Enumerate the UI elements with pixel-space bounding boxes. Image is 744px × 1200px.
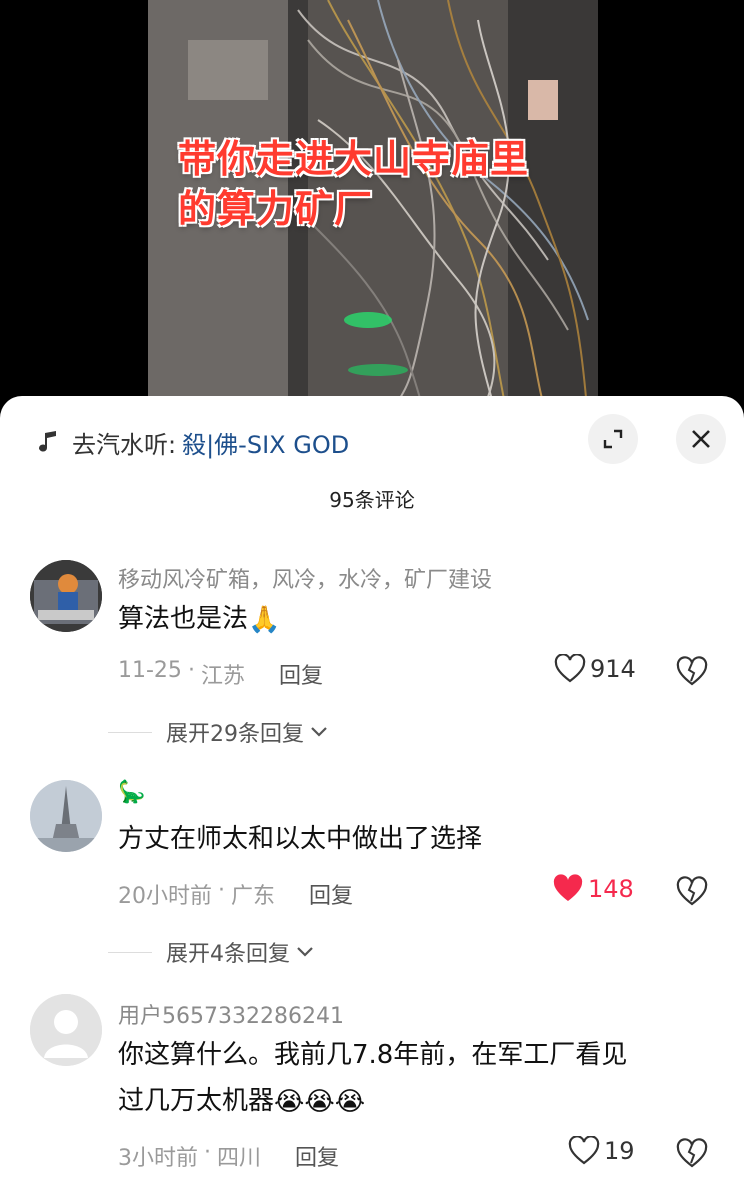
- expand-replies-label: 展开4条回复: [166, 942, 290, 967]
- broken-heart-icon[interactable]: [676, 1138, 708, 1170]
- like-button[interactable]: 914: [554, 654, 636, 684]
- music-prefix: 去汽水听:: [72, 430, 177, 459]
- chevron-down-icon: [311, 727, 327, 737]
- avatar[interactable]: [30, 780, 102, 852]
- like-count: 19: [604, 1137, 635, 1165]
- video-caption-line1: 带你走进大山寺庙里: [178, 137, 530, 181]
- comment-username[interactable]: 🦕: [118, 780, 145, 805]
- heart-icon: [553, 874, 583, 901]
- video-frame: 带你走进大山寺庙里 的算力矿厂: [148, 0, 598, 420]
- comment-text-line1: 你这算什么。我前几7.8年前，在军工厂看见: [118, 1040, 628, 1070]
- comment-text-line2: 过几万太机器😭😭😭: [118, 1078, 698, 1125]
- music-note-icon: [39, 431, 56, 452]
- video-player[interactable]: 带你走进大山寺庙里 的算力矿厂: [0, 0, 744, 420]
- like-count: 148: [588, 875, 634, 903]
- like-count: 914: [590, 655, 636, 683]
- dinosaur-icon: 🦕: [118, 780, 146, 805]
- comment-meta: 11-25 · 江苏 回复: [118, 658, 323, 690]
- pray-emoji: 🙏: [248, 604, 281, 635]
- avatar[interactable]: [30, 560, 102, 632]
- expand-button[interactable]: [588, 414, 638, 464]
- comment-text: 方丈在师太和以太中做出了选择: [118, 824, 483, 854]
- comment-location: 江苏: [200, 664, 245, 689]
- music-bar[interactable]: 去汽水听: 殺|佛-SIX GOD: [36, 422, 349, 462]
- comment-text: 你这算什么。我前几7.8年前，在军工厂看见 过几万太机器😭😭😭: [118, 1032, 698, 1125]
- comments-count: 95条评论: [329, 488, 415, 512]
- comment-text-line2-body: 过几万太机器: [118, 1086, 275, 1116]
- reply-button[interactable]: 回复: [309, 878, 353, 910]
- expand-replies-label: 展开29条回复: [166, 722, 304, 747]
- comment-meta: 20小时前 · 广东 回复: [118, 878, 353, 910]
- crying-emoji: 😭😭😭: [274, 1086, 366, 1117]
- expand-icon: [603, 429, 623, 449]
- reply-button[interactable]: 回复: [295, 1140, 339, 1172]
- default-avatar-icon: [30, 994, 102, 1066]
- video-caption-line2: 的算力矿厂: [178, 187, 374, 231]
- music-song-link[interactable]: 殺|佛-SIX GOD: [182, 425, 349, 460]
- like-button[interactable]: 148: [552, 874, 634, 904]
- avatar[interactable]: [30, 994, 102, 1066]
- comment-username[interactable]: 用户5657332286241: [118, 998, 344, 1030]
- comment-text-body: 算法也是法: [118, 604, 249, 634]
- meta-separator: ·: [204, 1140, 211, 1165]
- heart-icon: [554, 654, 586, 683]
- broken-heart-icon[interactable]: [676, 876, 708, 908]
- broken-heart-icon[interactable]: [676, 656, 708, 688]
- meta-separator: ·: [218, 878, 225, 903]
- divider-line: [108, 951, 152, 953]
- video-caption-overlay: 带你走进大山寺庙里 的算力矿厂: [178, 134, 529, 234]
- expand-replies[interactable]: 展开4条回复: [108, 936, 314, 968]
- comment-date: 3小时前: [118, 1146, 198, 1171]
- comment-date: 11-25: [118, 658, 182, 683]
- meta-separator: ·: [187, 658, 195, 683]
- comment-meta: 3小时前 · 四川 回复: [118, 1140, 339, 1172]
- comments-sheet: 去汽水听: 殺|佛-SIX GOD 95条评论 移动风冷矿箱，风冷，水冷，矿厂建…: [0, 396, 744, 1200]
- avatar-image: [30, 560, 102, 632]
- comment-item: 移动风冷矿箱，风冷，水冷，矿厂建设 算法也是法🙏 11-25 · 江苏 回复 9…: [0, 556, 744, 756]
- comment-location: 广东: [231, 884, 276, 909]
- comment-item: 🦕 方丈在师太和以太中做出了选择 20小时前 · 广东 回复 148 展开4条回…: [0, 776, 744, 976]
- close-button[interactable]: [676, 414, 726, 464]
- like-button[interactable]: 19: [568, 1136, 635, 1166]
- comment-date: 20小时前: [118, 884, 212, 909]
- close-icon: [692, 430, 710, 448]
- expand-replies[interactable]: 展开29条回复: [108, 716, 328, 748]
- comment-location: 四川: [217, 1146, 262, 1171]
- reply-button[interactable]: 回复: [279, 658, 323, 690]
- comment-text: 算法也是法🙏: [118, 596, 698, 643]
- chevron-down-icon: [297, 947, 313, 957]
- divider-line: [108, 731, 152, 733]
- heart-icon: [568, 1136, 600, 1165]
- comment-item: 用户5657332286241 你这算什么。我前几7.8年前，在军工厂看见 过几…: [0, 994, 744, 1200]
- comment-username[interactable]: 移动风冷矿箱，风冷，水冷，矿厂建设: [118, 562, 492, 594]
- avatar-image: [30, 780, 102, 852]
